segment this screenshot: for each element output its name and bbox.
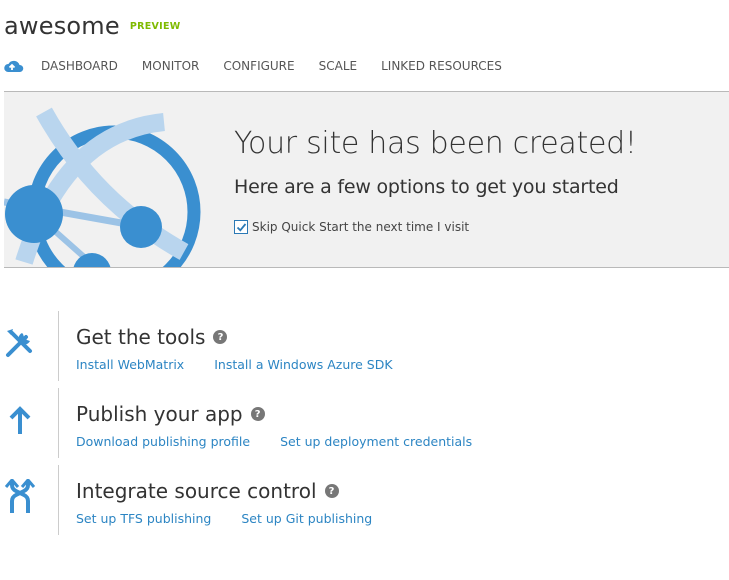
section-title: Integrate source control ? (76, 479, 339, 503)
checkmark-icon (236, 222, 246, 232)
banner-heading: Your site has been created! (234, 126, 637, 161)
section-links: Download publishing profile Set up deplo… (76, 434, 502, 449)
tab-configure[interactable]: CONFIGURE (223, 59, 294, 73)
tab-linked-resources[interactable]: LINKED RESOURCES (381, 59, 502, 73)
quickstart-banner: Your site has been created! Here are a f… (4, 91, 729, 268)
preview-badge: PREVIEW (129, 21, 181, 32)
help-icon[interactable]: ? (213, 330, 228, 344)
section-links: Set up TFS publishing Set up Git publish… (76, 511, 402, 526)
section-title-text: Integrate source control (76, 479, 317, 503)
setup-tfs-publishing-link[interactable]: Set up TFS publishing (76, 511, 211, 526)
section-title: Publish your app ? (76, 402, 265, 426)
tab-scale[interactable]: SCALE (319, 59, 357, 73)
install-webmatrix-link[interactable]: Install WebMatrix (76, 357, 184, 372)
section-divider (58, 465, 59, 535)
section-links: Install WebMatrix Install a Windows Azur… (76, 357, 423, 372)
section-divider (58, 388, 59, 458)
top-nav: DASHBOARD MONITOR CONFIGURE SCALE LINKED… (3, 56, 526, 76)
setup-git-publishing-link[interactable]: Set up Git publishing (241, 511, 372, 526)
tools-icon (2, 325, 38, 361)
help-icon[interactable]: ? (324, 484, 339, 498)
install-azure-sdk-link[interactable]: Install a Windows Azure SDK (214, 357, 392, 372)
app-header: awesome PREVIEW (4, 12, 181, 40)
cloud-icon[interactable] (3, 56, 25, 76)
app-title: awesome (4, 12, 120, 40)
tab-monitor[interactable]: MONITOR (142, 59, 199, 73)
tab-dashboard[interactable]: DASHBOARD (41, 59, 118, 73)
banner-subheading: Here are a few options to get you starte… (234, 176, 619, 198)
upload-arrow-icon (2, 402, 38, 438)
skip-quickstart-row: Skip Quick Start the next time I visit (234, 220, 469, 234)
source-control-icon (2, 479, 38, 515)
setup-deployment-credentials-link[interactable]: Set up deployment credentials (280, 434, 472, 449)
section-divider (58, 311, 59, 381)
section-title: Get the tools ? (76, 325, 228, 349)
section-get-tools: Get the tools ? Install WebMatrix Instal… (0, 311, 729, 381)
section-publish-app: Publish your app ? Download publishing p… (0, 388, 729, 458)
section-title-text: Publish your app (76, 402, 243, 426)
globe-network-icon (4, 107, 201, 267)
skip-quickstart-label: Skip Quick Start the next time I visit (252, 220, 470, 234)
section-title-text: Get the tools (76, 325, 206, 349)
download-publishing-profile-link[interactable]: Download publishing profile (76, 434, 250, 449)
skip-quickstart-checkbox[interactable] (234, 220, 248, 234)
section-source-control: Integrate source control ? Set up TFS pu… (0, 465, 729, 535)
help-icon[interactable]: ? (250, 407, 265, 421)
